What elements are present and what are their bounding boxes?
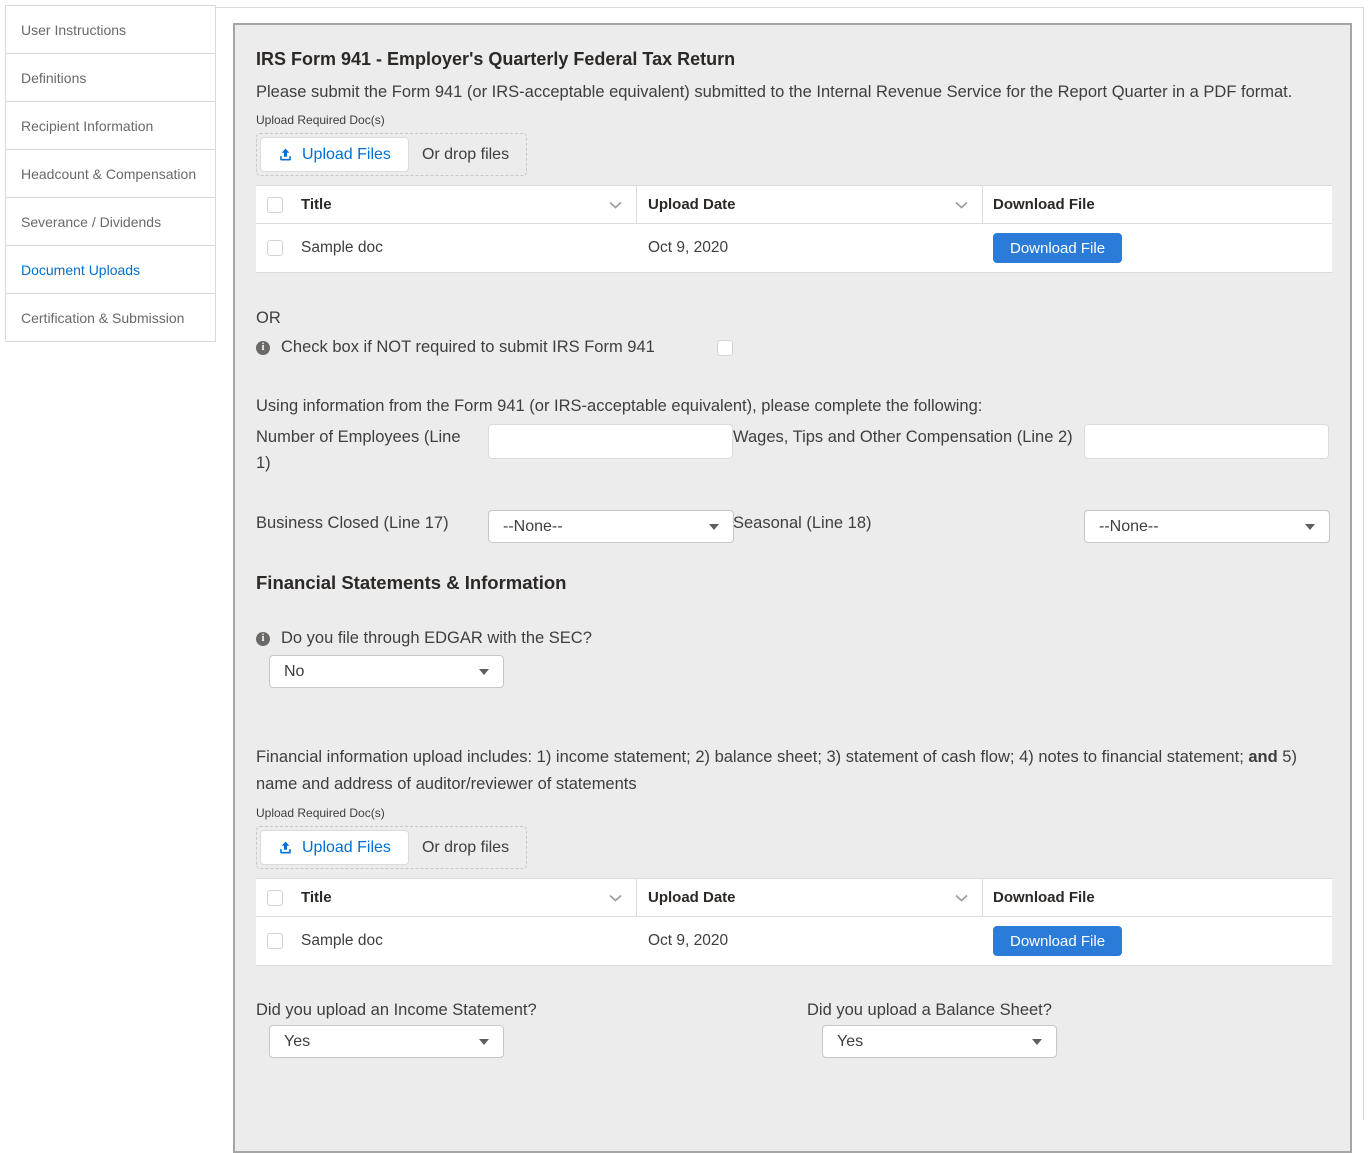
documents-table: Title Upload Date Download File Sample d… xyxy=(256,185,1332,273)
document-uploads-panel: IRS Form 941 - Employer's Quarterly Fede… xyxy=(233,23,1352,1153)
column-header-title[interactable]: Title xyxy=(301,196,332,213)
sidebar-item-severance-dividends[interactable]: Severance / Dividends xyxy=(5,197,216,246)
column-header-upload-date[interactable]: Upload Date xyxy=(648,196,736,213)
column-header-download: Download File xyxy=(993,196,1095,213)
not-required-row: i Check box if NOT required to submit IR… xyxy=(256,338,1329,357)
documents-table: Title Upload Date Download File Sample d… xyxy=(256,878,1332,966)
financial-upload-note: Financial information upload includes: 1… xyxy=(256,744,1329,798)
file-dropzone[interactable]: Upload Files Or drop files xyxy=(256,826,527,869)
seasonal-label: Seasonal (Line 18) xyxy=(733,510,1084,536)
caret-down-icon xyxy=(479,1039,489,1045)
table-row: Sample doc Oct 9, 2020 Download File xyxy=(256,224,1332,272)
sidebar-item-recipient-information[interactable]: Recipient Information xyxy=(5,101,216,150)
column-header-download: Download File xyxy=(993,889,1095,906)
drop-files-text: Or drop files xyxy=(422,146,509,164)
not-required-label: Check box if NOT required to submit IRS … xyxy=(281,338,655,357)
income-statement-value: Yes xyxy=(284,1033,310,1051)
document-title: Sample doc xyxy=(301,239,383,257)
upload-files-label: Upload Files xyxy=(302,146,391,164)
sidebar-item-document-uploads[interactable]: Document Uploads xyxy=(5,245,216,294)
balance-sheet-select[interactable]: Yes xyxy=(822,1025,1057,1058)
income-statement-question: Did you upload an Income Statement? xyxy=(256,999,807,1021)
upload-icon xyxy=(278,840,293,855)
employees-input[interactable] xyxy=(488,424,733,459)
balance-sheet-value: Yes xyxy=(837,1033,863,1051)
seasonal-value: --None-- xyxy=(1099,518,1159,536)
file-dropzone[interactable]: Upload Files Or drop files xyxy=(256,133,527,176)
sidebar-item-definitions[interactable]: Definitions xyxy=(5,53,216,102)
business-closed-value: --None-- xyxy=(503,518,563,536)
business-closed-label: Business Closed (Line 17) xyxy=(256,510,488,536)
caret-down-icon xyxy=(1305,524,1315,530)
info-icon[interactable]: i xyxy=(256,341,270,355)
edgar-question-row: i Do you file through EDGAR with the SEC… xyxy=(256,629,1329,648)
complete-following-text: Using information from the Form 941 (or … xyxy=(256,393,1329,419)
form941-description: Please submit the Form 941 (or IRS-accep… xyxy=(256,79,1329,105)
not-required-checkbox[interactable] xyxy=(717,340,733,356)
edgar-question-label: Do you file through EDGAR with the SEC? xyxy=(281,629,592,648)
table-row: Sample doc Oct 9, 2020 Download File xyxy=(256,917,1332,965)
drop-files-text: Or drop files xyxy=(422,839,509,857)
upload-files-button[interactable]: Upload Files xyxy=(260,137,409,172)
financial-section-title: Financial Statements & Information xyxy=(256,571,1329,595)
sidebar-item-headcount-compensation[interactable]: Headcount & Compensation xyxy=(5,149,216,198)
upload-files-button[interactable]: Upload Files xyxy=(260,830,409,865)
column-header-title[interactable]: Title xyxy=(301,889,332,906)
income-statement-select[interactable]: Yes xyxy=(269,1025,504,1058)
download-file-button[interactable]: Download File xyxy=(993,233,1122,263)
select-all-checkbox[interactable] xyxy=(267,890,283,906)
upload-confirmation-questions: Did you upload an Income Statement? Yes … xyxy=(256,999,1329,1058)
or-separator: OR xyxy=(256,307,1329,329)
select-all-checkbox[interactable] xyxy=(267,197,283,213)
info-icon[interactable]: i xyxy=(256,632,270,646)
chevron-down-icon[interactable] xyxy=(609,894,622,902)
edgar-value: No xyxy=(284,663,304,681)
table-header-row: Title Upload Date Download File xyxy=(256,186,1332,224)
edgar-select[interactable]: No xyxy=(269,655,504,688)
chevron-down-icon[interactable] xyxy=(955,894,968,902)
upload-required-label: Upload Required Doc(s) xyxy=(256,113,1329,128)
wages-label: Wages, Tips and Other Compensation (Line… xyxy=(733,424,1084,450)
document-title: Sample doc xyxy=(301,932,383,950)
sidebar-item-certification-submission[interactable]: Certification & Submission xyxy=(5,293,216,342)
wages-input[interactable] xyxy=(1084,424,1329,459)
caret-down-icon xyxy=(479,669,489,675)
sidebar-item-user-instructions[interactable]: User Instructions xyxy=(5,5,216,54)
page-title: IRS Form 941 - Employer's Quarterly Fede… xyxy=(256,48,1329,70)
seasonal-select[interactable]: --None-- xyxy=(1084,510,1330,543)
download-file-button[interactable]: Download File xyxy=(993,926,1122,956)
row-checkbox[interactable] xyxy=(267,933,283,949)
business-closed-select[interactable]: --None-- xyxy=(488,510,734,543)
upload-required-label: Upload Required Doc(s) xyxy=(256,806,1329,821)
document-upload-date: Oct 9, 2020 xyxy=(648,932,728,950)
caret-down-icon xyxy=(1032,1039,1042,1045)
employees-label: Number of Employees (Line 1) xyxy=(256,424,488,476)
caret-down-icon xyxy=(709,524,719,530)
column-header-upload-date[interactable]: Upload Date xyxy=(648,889,736,906)
chevron-down-icon[interactable] xyxy=(609,201,622,209)
chevron-down-icon[interactable] xyxy=(955,201,968,209)
form941-fields: Number of Employees (Line 1) Wages, Tips… xyxy=(256,424,1329,543)
sidebar: User Instructions Definitions Recipient … xyxy=(5,6,216,342)
scrollbar-track[interactable] xyxy=(1363,8,1364,1120)
table-header-row: Title Upload Date Download File xyxy=(256,879,1332,917)
upload-files-label: Upload Files xyxy=(302,839,391,857)
document-upload-date: Oct 9, 2020 xyxy=(648,239,728,257)
upload-icon xyxy=(278,147,293,162)
row-checkbox[interactable] xyxy=(267,240,283,256)
balance-sheet-question: Did you upload a Balance Sheet? xyxy=(807,999,1227,1021)
